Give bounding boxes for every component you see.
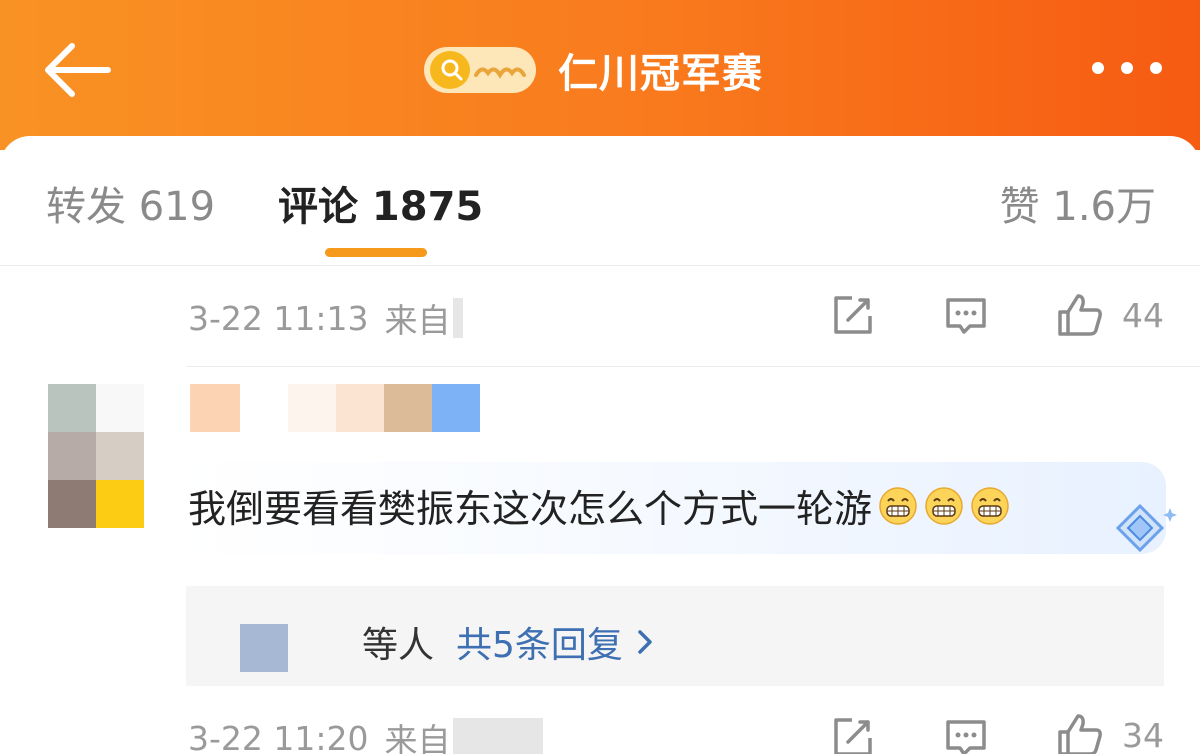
view-replies-link[interactable]: 共5条回复 xyxy=(456,616,653,668)
comment-meta-row: 3-22 11:13 来自 xyxy=(188,294,463,342)
chevron-right-icon xyxy=(638,630,652,654)
share-button[interactable] xyxy=(830,294,874,338)
thumbs-up-icon xyxy=(1058,294,1102,336)
like-count: 34 xyxy=(1122,716,1164,754)
tab-forward[interactable]: 转发 619 xyxy=(46,174,215,232)
share-icon xyxy=(834,296,872,334)
page-title: 仁川冠军赛 xyxy=(558,51,763,97)
title-area: 仁川冠军赛 xyxy=(424,40,763,100)
more-dots-icon xyxy=(1092,62,1104,74)
grinning-emoji xyxy=(971,486,1009,525)
comment-icon xyxy=(946,720,986,754)
comment-icon xyxy=(946,298,986,334)
comment-meta-row: 3-22 11:20 来自 xyxy=(188,714,543,754)
avatar[interactable] xyxy=(48,384,144,528)
tab-comments[interactable]: 评论 1875 xyxy=(278,174,483,232)
active-tab-indicator xyxy=(325,248,427,257)
comment-divider xyxy=(186,366,1200,367)
like-button[interactable] xyxy=(1056,712,1104,754)
reply-avatar-redacted xyxy=(240,624,288,672)
replies-count-label: 共5条回复 xyxy=(456,625,623,666)
grinning-emoji xyxy=(925,486,963,525)
reply-button[interactable] xyxy=(944,296,988,336)
comment-timestamp: 3-22 11:13 xyxy=(188,298,369,338)
top-bar: 仁川冠军赛 xyxy=(0,0,1200,150)
thumbs-up-icon xyxy=(1058,714,1102,754)
like-button[interactable] xyxy=(1056,292,1104,338)
tab-bar: 转发 619 评论 1875 赞 1.6万 xyxy=(0,136,1200,266)
source-redacted xyxy=(452,718,543,754)
diamond-badge-icon xyxy=(1115,503,1177,553)
comment-source: 来自 xyxy=(384,301,451,340)
comment-source: 来自 xyxy=(384,721,451,754)
grinning-emoji xyxy=(879,486,917,525)
like-count: 44 xyxy=(1122,296,1164,335)
back-button[interactable] xyxy=(38,38,114,102)
arrow-left-icon xyxy=(45,43,111,97)
comment-timestamp: 3-22 11:20 xyxy=(188,718,369,754)
reply-button[interactable] xyxy=(944,718,988,754)
replies-preview[interactable]: 等人 共5条回复 xyxy=(186,586,1164,686)
share-button[interactable] xyxy=(830,716,874,754)
comment-body: 我倒要看看樊振东这次怎么个方式一轮游 xyxy=(188,478,1010,533)
hot-topic-search-icon[interactable] xyxy=(424,47,536,93)
username-redacted[interactable] xyxy=(190,384,520,434)
share-icon xyxy=(834,718,872,754)
more-button[interactable] xyxy=(1092,62,1162,78)
source-redacted xyxy=(452,298,463,338)
comment-text: 我倒要看看樊振东这次怎么个方式一轮游 xyxy=(188,487,873,531)
tab-likes[interactable]: 赞 1.6万 xyxy=(1000,174,1156,232)
replies-users: 等人 xyxy=(362,625,435,666)
